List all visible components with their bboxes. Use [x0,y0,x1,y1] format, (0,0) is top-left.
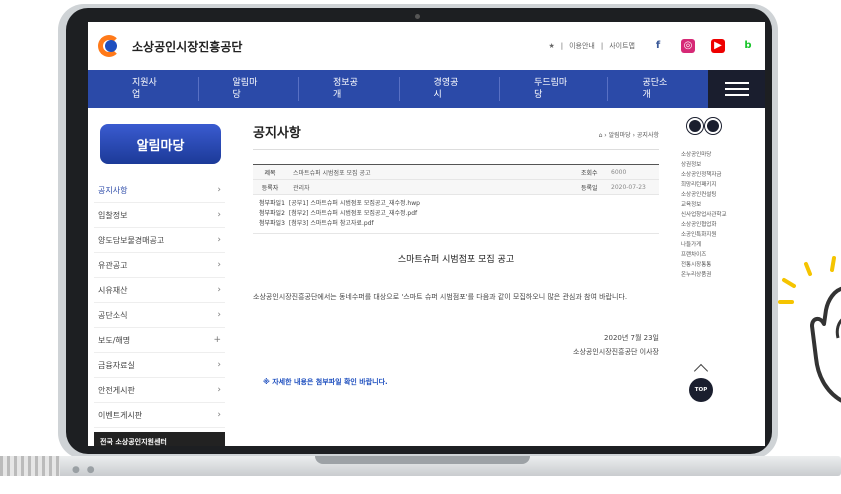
sidebar-item-safety[interactable]: 안전게시판 › [94,378,225,403]
attachment-row: 첨부파일3 [첨부3] 스마트슈퍼 참고자료.pdf [259,220,374,227]
sidebar-title: 알림마당 [100,124,221,164]
info-key: 조회수 [581,169,598,177]
scroll-top-button[interactable]: TOP [689,378,713,402]
chevron-right-icon: › [217,385,221,395]
main-content: 공지사항 ⌂ › 알림마당 › 공지사항 제목 스마트슈퍼 시범점포 모집 공고… [233,108,673,446]
post-writer: 관리자 [293,184,310,192]
quick-menu-item[interactable]: 소상공인마당 [681,150,735,160]
nav-item-notice[interactable]: 알림마당 [199,77,300,101]
sidebar-item-finance[interactable]: 금융자료실 › [94,353,225,378]
chevron-right-icon: › [217,360,221,370]
attachment-link[interactable]: [첨부3] 스마트슈퍼 참고자료.pdf [289,220,374,227]
divider: | [560,42,564,50]
nav-item-dodream[interactable]: 두드림마당 [500,77,609,101]
info-row: 등록자 관리자 등록일 2020-07-23 [253,180,659,195]
youtube-icon[interactable]: ▶ [711,39,725,53]
sidebar-item-news[interactable]: 공단소식 › [94,303,225,328]
quick-menu-header [687,118,735,134]
quick-menu-item[interactable]: 소상공인컨설팅 [681,190,735,200]
menu-circle-icon[interactable] [705,118,721,134]
attachment-list: 첨부파일1 [공부1] 스마트슈퍼 시범점포 모집공고_재수정.hwp 첨부파일2… [253,195,659,234]
page-title: 공지사항 [253,126,301,141]
top-link-home[interactable]: ★ [548,42,554,50]
pointing-hand-icon [778,256,841,403]
sidebar-item-notice[interactable]: 공지사항 › [94,178,225,203]
chevron-right-icon: › [217,410,221,420]
instagram-icon[interactable]: ◎ [681,39,695,53]
post-org: 소상공인시장진흥공단 이사장 [573,348,659,356]
quick-menu-item[interactable]: 신사업창업사관학교 [681,210,735,220]
sidebar-item-related[interactable]: 유관공고 › [94,253,225,278]
sidebar-item-event[interactable]: 이벤트게시판 › [94,403,225,428]
hamburger-menu-icon[interactable] [707,70,765,108]
logo-text[interactable]: 소상공인시장진흥공단 [132,38,242,55]
laptop-vent [0,456,60,476]
quick-menu-item[interactable]: 소상공인협업화 [681,220,735,230]
attachment-link[interactable]: [공부1] 스마트슈퍼 시범점포 모집공고_재수정.hwp [289,200,420,207]
plus-icon: + [213,335,221,345]
main-nav: 지원사업 알림마당 정보공개 경영공시 두드림마당 공단소개 [88,70,765,108]
quick-menu-item[interactable]: 소공인특화지원 [681,230,735,240]
quick-menu: 소상공인마당 상권정보 소상공인정책자금 희망리턴패키지 소상공인컨설팅 교육정… [673,108,743,446]
arrow-up-icon [693,363,709,379]
chat-icon[interactable] [687,118,703,134]
chevron-right-icon: › [217,260,221,270]
laptop-notch [315,456,530,464]
quick-menu-item[interactable]: 교육정보 [681,200,735,210]
post-date-field: 2020-07-23 [611,183,646,191]
quick-menu-item[interactable]: 온누리상품권 [681,270,735,280]
sidebar: 알림마당 공지사항 › 입찰정보 › 양도담보물경매공고 › 유관공고 › 시유재산 › … [88,108,233,446]
sidebar-center-link[interactable]: 전국 소상공인지원센터 [94,432,225,446]
sidebar-item-auction[interactable]: 양도담보물경매공고 › [94,228,225,253]
top-bar: 소상공인시장진흥공단 ★ | 이용안내 | 사이트맵 f ◎ ▶ b [88,22,765,70]
camera-icon [415,14,420,19]
blog-icon[interactable]: b [741,39,755,53]
quick-menu-item[interactable]: 소상공인정책자금 [681,170,735,180]
info-key: 등록자 [261,184,279,192]
nav-item-disclosure[interactable]: 경영공시 [400,77,501,101]
browser-screen: 소상공인시장진흥공단 ★ | 이용안내 | 사이트맵 f ◎ ▶ b 지원사업 … [88,22,765,446]
info-key: 등록일 [581,184,598,192]
top-links: ★ | 이용안내 | 사이트맵 f ◎ ▶ b [548,39,755,53]
nav-item-support[interactable]: 지원사업 [98,77,199,101]
attachment-link[interactable]: [첨부2] 스마트슈퍼 시범점포 모집공고_재수정.pdf [289,210,417,217]
content-area: 알림마당 공지사항 › 입찰정보 › 양도담보물경매공고 › 유관공고 › 시유재산 › … [88,108,765,446]
post-body: 소상공인시장진흥공단에서는 동네수퍼를 대상으로 '스마트 슈퍼 시범점포'를 … [253,293,628,301]
post-subject: 스마트슈퍼 시범점포 모집 공고 [293,169,371,177]
post-info-table: 제목 스마트슈퍼 시범점포 모집 공고 조회수 6000 등록자 관리자 등록일… [253,164,659,234]
post-title: 스마트슈퍼 시범점포 모집 공고 [397,255,515,265]
quick-menu-item[interactable]: 나들가게 [681,240,735,250]
quick-menu-item[interactable]: 희망리턴패키지 [681,180,735,190]
info-key: 제목 [264,169,276,177]
sidebar-item-bid[interactable]: 입찰정보 › [94,203,225,228]
chevron-right-icon: › [217,310,221,320]
facebook-icon[interactable]: f [651,39,665,53]
chevron-right-icon: › [217,285,221,295]
nav-item-about[interactable]: 공단소개 [608,77,708,101]
attachment-row: 첨부파일2 [첨부2] 스마트슈퍼 시범점포 모집공고_재수정.pdf [259,210,418,217]
quick-menu-item[interactable]: 전통시장통통 [681,260,735,270]
breadcrumb: ⌂ › 알림마당 › 공지사항 [598,132,659,139]
post-note: ※ 자세한 내용은 첨부파일 확인 바랍니다. [263,378,388,386]
nav-item-info[interactable]: 정보공개 [299,77,400,101]
sidebar-item-press[interactable]: 보도/해명 + [94,328,225,353]
quick-menu-item[interactable]: 상권정보 [681,160,735,170]
divider: | [600,42,604,50]
quick-menu-item[interactable]: 프랜차이즈 [681,250,735,260]
indicator-lights: ● ● [72,465,97,475]
attachment-row: 첨부파일1 [공부1] 스마트슈퍼 시범점포 모집공고_재수정.hwp [259,200,420,207]
top-link-sitemap[interactable]: 사이트맵 [609,41,635,51]
top-link-guide[interactable]: 이용안내 [569,41,595,51]
logo-icon[interactable] [98,35,124,57]
info-row: 제목 스마트슈퍼 시범점포 모집 공고 조회수 6000 [253,165,659,180]
post-date: 2020년 7월 23일 [604,334,659,342]
post-signature: 2020년 7월 23일 소상공인시장진흥공단 이사장 [253,331,659,359]
post-views: 6000 [611,168,627,176]
sidebar-item-property[interactable]: 시유재산 › [94,278,225,303]
chevron-right-icon: › [217,185,221,195]
chevron-right-icon: › [217,210,221,220]
main-header: 공지사항 ⌂ › 알림마당 › 공지사항 [253,122,659,150]
chevron-right-icon: › [217,235,221,245]
